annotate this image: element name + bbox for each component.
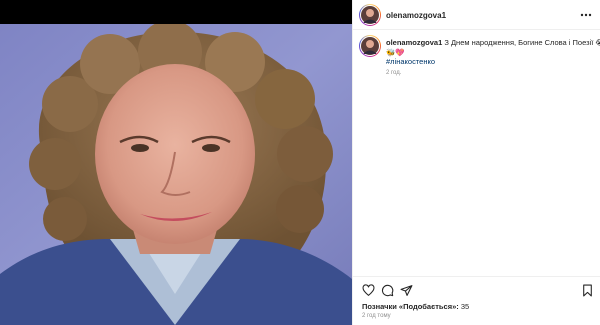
comment-button[interactable]	[381, 284, 394, 297]
likes-count[interactable]: Позначки «Подобається»: 35	[362, 302, 469, 311]
post-side-panel: olenamozgova1 olenamozgova1 З Днем народ…	[352, 0, 600, 325]
caption-body: З Днем народження, Богине Слова і Поезії	[444, 38, 594, 47]
caption-hashtag-link[interactable]: #лінакостенко	[386, 57, 435, 66]
caption-emoji-1: 😭	[595, 38, 600, 47]
post-photo-pane	[0, 0, 352, 325]
bookmark-icon	[583, 284, 592, 297]
photo-top-bar	[0, 0, 352, 24]
more-horizontal-icon	[580, 13, 592, 17]
likes-label: Позначки «Подобається»:	[362, 302, 459, 311]
like-button[interactable]	[362, 284, 375, 297]
caption-text: olenamozgova1 З Днем народження, Богине …	[386, 38, 600, 48]
share-icon	[400, 285, 413, 296]
share-button[interactable]	[400, 284, 413, 297]
heart-icon	[362, 284, 375, 296]
post-header: olenamozgova1	[353, 0, 600, 30]
more-options-button[interactable]	[579, 8, 593, 22]
caption-avatar[interactable]	[360, 36, 380, 56]
post-photo[interactable]	[0, 24, 352, 325]
avatar[interactable]	[360, 5, 380, 25]
posted-time[interactable]: 2 год тому	[362, 313, 391, 319]
caption-username[interactable]: olenamozgova1	[386, 38, 442, 47]
comment-icon	[381, 284, 394, 297]
header-username[interactable]: olenamozgova1	[386, 11, 446, 20]
save-button[interactable]	[581, 284, 594, 297]
caption-emoji-2: 🐝💖	[386, 48, 405, 57]
likes-number: 35	[460, 302, 470, 311]
caption-time: 2 год.	[386, 70, 402, 76]
